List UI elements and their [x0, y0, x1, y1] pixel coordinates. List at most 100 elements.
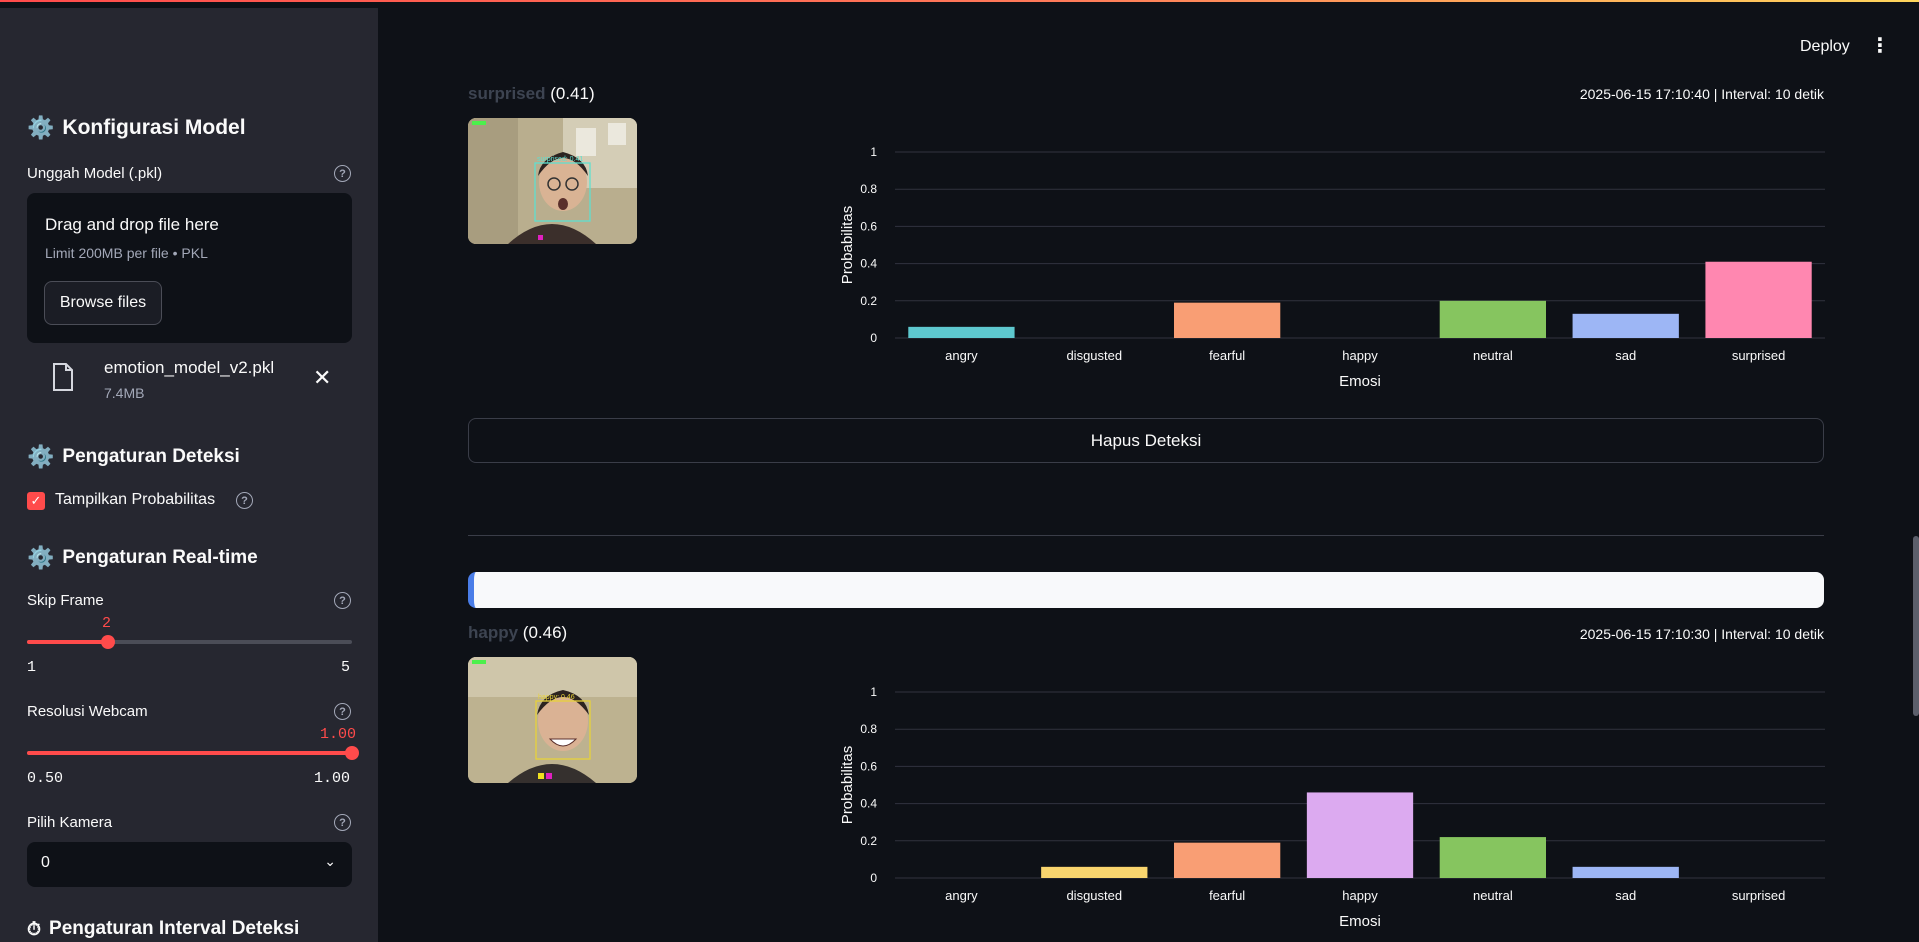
interval-settings-title: Pengaturan Interval Deteksi — [49, 918, 300, 939]
y-tick-label: 0.2 — [860, 834, 877, 848]
detection-settings-heading: ⚙️ Pengaturan Deteksi — [27, 446, 240, 468]
gear-icon: ⚙️ — [27, 444, 55, 469]
file-dropzone[interactable]: Drag and drop file here Limit 200MB per … — [27, 193, 352, 343]
y-tick-label: 0.6 — [860, 759, 877, 773]
bar-happy — [1306, 792, 1414, 878]
resolution-max: 1.00 — [314, 770, 351, 787]
realtime-settings-title: Pengaturan Real-time — [62, 547, 258, 568]
skip-frame-value: 2 — [102, 615, 112, 632]
x-axis-label: Emosi — [1339, 913, 1381, 930]
bar-sad — [1572, 866, 1679, 878]
y-tick-label: 0.8 — [860, 182, 877, 196]
scrollbar[interactable] — [1913, 536, 1919, 716]
skip-frame-slider[interactable] — [27, 635, 352, 649]
upload-model-label: Unggah Model (.pkl) — [27, 165, 163, 182]
bar-disgusted — [1041, 866, 1148, 878]
y-tick-label: 0.2 — [860, 294, 877, 308]
chevron-down-icon: ⌄ — [324, 853, 336, 869]
interval-settings-heading: ⏱ Pengaturan Interval Deteksi — [27, 918, 299, 940]
detection-title: surprised (0.41) — [468, 84, 595, 104]
bar-angry — [908, 326, 1015, 338]
help-icon[interactable]: ? — [334, 814, 351, 831]
face-snapshot: happy: 0.46 — [468, 657, 637, 783]
resolution-slider[interactable] — [27, 746, 359, 760]
face-box-label: happy: 0.46 — [538, 694, 575, 701]
x-axis-label: Emosi — [1339, 373, 1381, 390]
x-tick-label: fearful — [1209, 348, 1245, 363]
resolution-value: 1.00 — [320, 726, 357, 743]
help-icon[interactable]: ? — [334, 592, 351, 609]
slider-fill — [27, 751, 352, 755]
detection-frame-image: surprised: 0.41 — [468, 118, 637, 244]
detection-probability: (0.41) — [550, 84, 595, 103]
bar-neutral — [1439, 837, 1546, 878]
x-tick-label: angry — [945, 348, 978, 363]
x-tick-label: neutral — [1473, 888, 1513, 903]
close-icon[interactable]: ✕ — [313, 367, 331, 389]
divider — [468, 535, 1824, 536]
deploy-button[interactable]: Deploy — [1800, 38, 1850, 56]
gear-icon: ⚙️ — [27, 115, 55, 140]
browse-files-button[interactable]: Browse files — [44, 281, 162, 325]
help-icon[interactable]: ? — [236, 492, 253, 509]
x-tick-label: angry — [945, 888, 978, 903]
detection-settings-title: Pengaturan Deteksi — [62, 446, 240, 467]
detection-probability: (0.46) — [522, 623, 568, 642]
detection-timestamp: 2025-06-15 17:10:30 | Interval: 10 detik — [1579, 626, 1824, 642]
skip-frame-min: 1 — [27, 659, 37, 676]
y-axis-label: Probabilitas — [839, 206, 856, 284]
x-tick-label: fearful — [1209, 888, 1245, 903]
realtime-settings-heading: ⚙️ Pengaturan Real-time — [27, 547, 258, 569]
y-tick-label: 0.8 — [860, 722, 877, 736]
x-tick-label: sad — [1615, 348, 1636, 363]
y-tick-label: 1 — [870, 145, 877, 159]
resolution-min: 0.50 — [27, 770, 64, 787]
x-tick-label: happy — [1342, 888, 1378, 903]
uploaded-file-name: emotion_model_v2.pkl — [104, 358, 275, 377]
x-tick-label: surprised — [1732, 348, 1785, 363]
probability-chart: 0 0.2 0.4 0.6 0.8 1 angry disgusted fearful happy… — [839, 685, 1825, 930]
detection-frame-image: happy: 0.46 — [468, 657, 637, 783]
y-tick-label: 0 — [870, 871, 877, 885]
more-menu-icon[interactable]: ⋮ — [1870, 36, 1890, 56]
help-icon[interactable]: ? — [334, 165, 351, 182]
slider-thumb[interactable] — [101, 635, 116, 649]
model-config-heading: ⚙️ Konfigurasi Model — [27, 116, 246, 140]
y-axis-label: Probabilitas — [839, 746, 856, 824]
x-tick-label: disgusted — [1066, 888, 1122, 903]
sidebar: ⚙️ Konfigurasi Model Unggah Model (.pkl)… — [0, 0, 378, 942]
y-tick-label: 1 — [870, 685, 877, 699]
show-probability-checkbox[interactable]: ✓ — [27, 492, 45, 510]
face-snapshot: surprised: 0.41 — [468, 118, 637, 244]
camera-select[interactable]: 0 ⌄ — [27, 842, 352, 887]
bar-fearful — [1174, 842, 1281, 878]
skip-frame-max: 5 — [341, 659, 351, 676]
uploaded-file-size: 7.4MB — [104, 385, 145, 401]
show-probability-label: Tampilkan Probabilitas — [55, 491, 216, 508]
slider-thumb[interactable] — [345, 746, 359, 760]
skip-frame-label: Skip Frame — [27, 592, 104, 609]
x-tick-label: disgusted — [1066, 348, 1122, 363]
x-tick-label: sad — [1615, 888, 1636, 903]
dropzone-subtitle: Limit 200MB per file • PKL — [45, 245, 208, 261]
progress-alert-bar — [468, 572, 1824, 608]
model-config-title: Konfigurasi Model — [62, 116, 246, 139]
y-tick-label: 0.4 — [860, 797, 877, 811]
probability-chart: 0 0.2 0.4 0.6 0.8 1 angry disgusted fearful happy… — [839, 145, 1825, 390]
help-icon[interactable]: ? — [334, 703, 351, 720]
detection-emotion: happy — [468, 623, 519, 642]
detection-timestamp: 2025-06-15 17:10:40 | Interval: 10 detik — [1579, 86, 1824, 102]
dropzone-title: Drag and drop file here — [45, 215, 219, 234]
stopwatch-icon: ⏱ — [27, 919, 42, 939]
slider-fill — [27, 640, 109, 644]
face-box-label: surprised: 0.41 — [537, 156, 583, 163]
x-tick-label: happy — [1342, 348, 1378, 363]
camera-label: Pilih Kamera — [27, 814, 113, 831]
x-tick-label: neutral — [1473, 348, 1513, 363]
clear-detections-button[interactable]: Hapus Deteksi — [468, 418, 1824, 463]
x-tick-label: surprised — [1732, 888, 1785, 903]
camera-select-value: 0 — [41, 854, 50, 871]
y-tick-label: 0.4 — [860, 257, 877, 271]
gear-icon: ⚙️ — [27, 545, 55, 570]
y-tick-label: 0.6 — [860, 219, 877, 233]
